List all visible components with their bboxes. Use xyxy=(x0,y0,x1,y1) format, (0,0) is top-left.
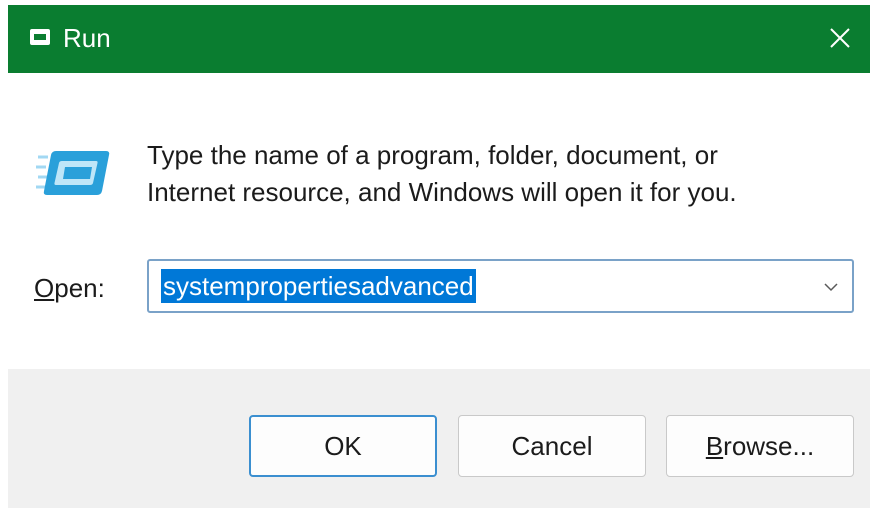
ok-button[interactable]: OK xyxy=(249,415,437,477)
window-title: Run xyxy=(63,23,111,53)
open-label-mnemonic: O xyxy=(34,273,55,303)
open-label: Open: xyxy=(34,271,105,305)
browse-button[interactable]: Browse... xyxy=(666,415,854,477)
description: Type the name of a program, folder, docu… xyxy=(147,137,847,211)
open-combobox[interactable]: systempropertiesadvanced xyxy=(147,259,854,313)
browse-mnemonic: B xyxy=(705,431,724,461)
chevron-down-icon[interactable] xyxy=(822,278,840,296)
open-label-text: pen: xyxy=(54,273,105,303)
description-line-2: Internet resource, and Windows will open… xyxy=(147,177,737,207)
close-button[interactable] xyxy=(808,5,870,73)
button-bar: OK Cancel Browse... xyxy=(8,369,870,508)
dialog-body: Type the name of a program, folder, docu… xyxy=(8,73,870,369)
cancel-button[interactable]: Cancel xyxy=(458,415,646,477)
browse-label: rowse... xyxy=(723,431,815,461)
run-program-icon xyxy=(34,145,114,201)
title-bar[interactable]: Run xyxy=(8,5,870,73)
run-icon xyxy=(28,25,52,49)
description-line-1: Type the name of a program, folder, docu… xyxy=(147,140,718,170)
run-dialog: Run Type the name of a program, folder, … xyxy=(8,5,870,508)
open-input-value[interactable]: systempropertiesadvanced xyxy=(161,269,476,303)
close-icon xyxy=(830,28,850,48)
